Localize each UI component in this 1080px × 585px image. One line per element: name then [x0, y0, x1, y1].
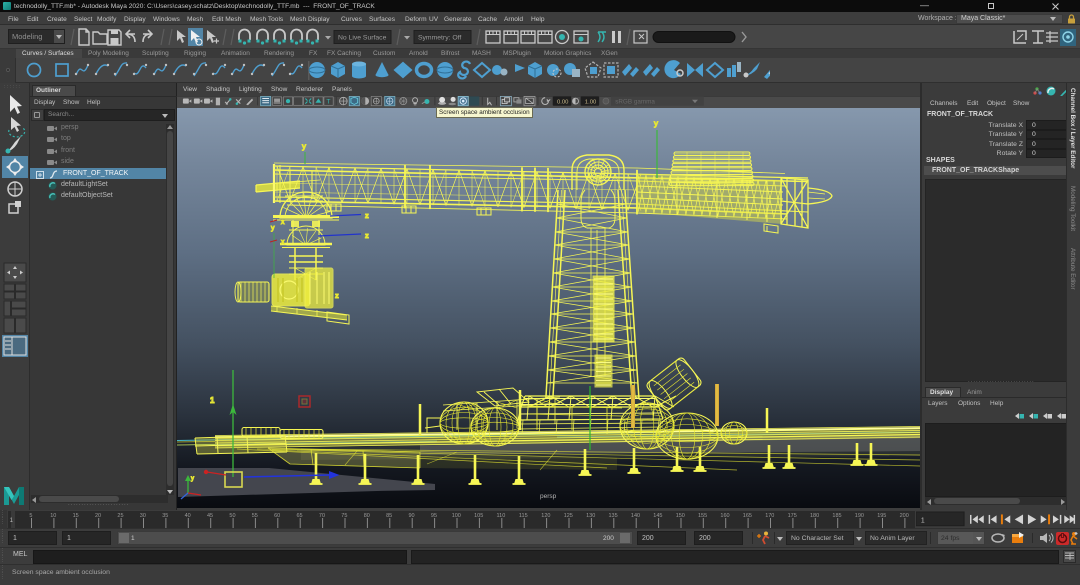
svg-text:200: 200	[900, 513, 909, 519]
svg-text:1: 1	[921, 517, 925, 524]
svg-text:150: 150	[676, 513, 685, 519]
svg-text:Symmetry: Off: Symmetry: Off	[418, 35, 461, 42]
svg-text:z: z	[365, 211, 369, 220]
svg-text:190: 190	[855, 513, 864, 519]
svg-text:50: 50	[229, 513, 235, 519]
svg-text:120: 120	[541, 513, 550, 519]
svg-text:1.00: 1.00	[585, 100, 597, 106]
svg-text:y: y	[271, 225, 275, 232]
svg-text:115: 115	[519, 513, 528, 519]
svg-text:30: 30	[140, 513, 146, 519]
svg-text:y: y	[654, 119, 658, 128]
svg-text:125: 125	[564, 513, 573, 519]
svg-text:T: T	[326, 99, 330, 106]
svg-text:155: 155	[698, 513, 707, 519]
svg-text:85: 85	[386, 513, 392, 519]
svg-text:10: 10	[50, 513, 56, 519]
svg-text:105: 105	[474, 513, 483, 519]
svg-text:165: 165	[743, 513, 752, 519]
svg-text:80: 80	[364, 513, 370, 519]
svg-text:y: y	[302, 142, 306, 151]
svg-text:110: 110	[497, 513, 506, 519]
svg-text:55: 55	[252, 513, 258, 519]
svg-text:175: 175	[788, 513, 797, 519]
svg-text:145: 145	[653, 513, 662, 519]
svg-text:x: x	[281, 219, 285, 226]
svg-text:160: 160	[720, 513, 729, 519]
svg-text:5: 5	[29, 513, 32, 519]
svg-text:y: y	[191, 476, 194, 482]
svg-text:z: z	[335, 291, 339, 300]
svg-text:sRGB gamma: sRGB gamma	[615, 99, 655, 106]
svg-text:135: 135	[609, 513, 618, 519]
svg-text:1: 1	[210, 396, 215, 405]
svg-text:No Live Surface: No Live Surface	[338, 35, 387, 42]
svg-text:20: 20	[95, 513, 101, 519]
svg-text:185: 185	[832, 513, 841, 519]
svg-text:60: 60	[274, 513, 280, 519]
svg-text:40: 40	[185, 513, 191, 519]
svg-text:140: 140	[631, 513, 640, 519]
svg-text:45: 45	[207, 513, 213, 519]
svg-text:95: 95	[431, 513, 437, 519]
svg-text:70: 70	[319, 513, 325, 519]
svg-text:130: 130	[586, 513, 595, 519]
svg-text:195: 195	[877, 513, 886, 519]
svg-text:90: 90	[409, 513, 415, 519]
svg-text:15: 15	[73, 513, 79, 519]
svg-text:75: 75	[341, 513, 347, 519]
svg-text:x: x	[281, 239, 285, 246]
svg-text:170: 170	[765, 513, 774, 519]
svg-text:100: 100	[452, 513, 461, 519]
svg-text:65: 65	[297, 513, 303, 519]
svg-text:z: z	[365, 231, 369, 240]
svg-text:25: 25	[117, 513, 123, 519]
svg-text:35: 35	[162, 513, 168, 519]
svg-text:180: 180	[810, 513, 819, 519]
svg-text:0.00: 0.00	[557, 100, 569, 106]
